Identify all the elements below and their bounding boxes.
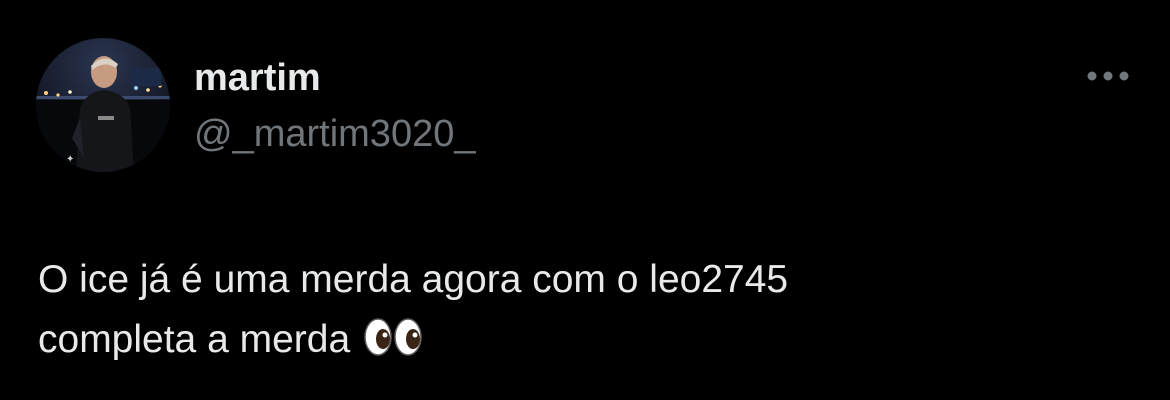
tweet-text-line-2-text: completa a merda [38, 318, 351, 361]
tweet-text-line-2: completa a merda [38, 310, 1118, 374]
svg-text:✦: ✦ [66, 154, 74, 165]
more-horizontal-icon [1087, 71, 1129, 81]
author-handle[interactable]: @_martim3020_ [194, 112, 475, 156]
profile-photo-icon: ✦ [36, 38, 170, 172]
more-options-button[interactable] [1080, 60, 1136, 92]
tweet-text-line-1: O ice já é uma merda agora com o leo2745 [38, 258, 789, 301]
eyes-emoji-icon [364, 314, 422, 374]
avatar[interactable]: ✦ [36, 38, 170, 172]
author-display-name[interactable]: martim [194, 56, 321, 100]
tweet-text: O ice já é uma merda agora com o leo2745… [38, 250, 1118, 374]
tweet-card: ✦ martim @_martim3020_ O ice já é uma me… [0, 0, 1170, 400]
